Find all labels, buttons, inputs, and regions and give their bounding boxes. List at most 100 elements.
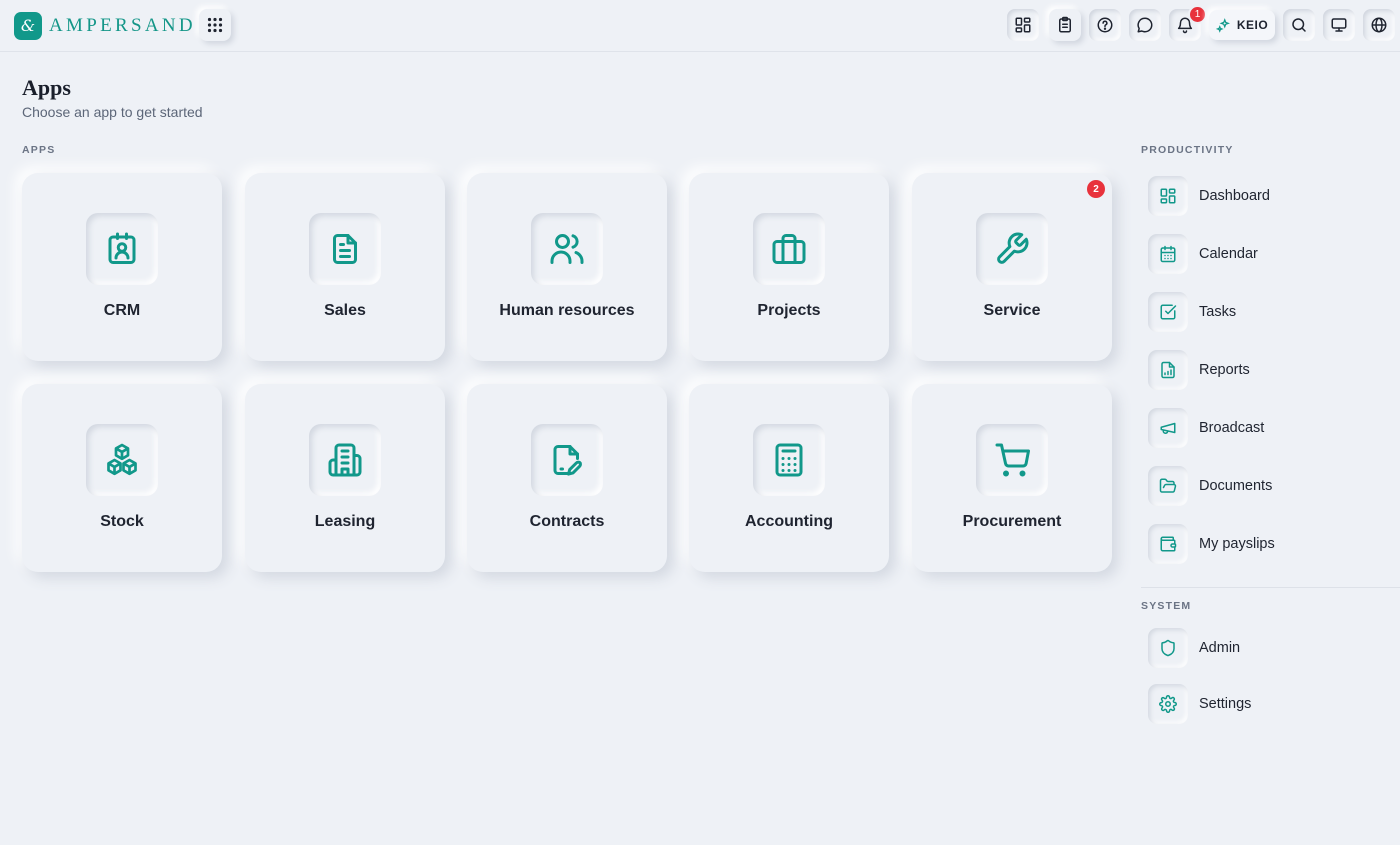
search-button[interactable] xyxy=(1283,9,1315,41)
briefcase-icon xyxy=(772,234,806,264)
app-card-sales[interactable]: Sales xyxy=(245,173,445,361)
user-chip[interactable]: KEIO xyxy=(1209,10,1275,40)
app-label: Sales xyxy=(324,302,366,319)
sidebar-icon-box xyxy=(1148,350,1188,390)
notification-count-badge: 1 xyxy=(1188,5,1207,24)
app-card-procurement[interactable]: Procurement xyxy=(912,384,1112,572)
sidebar-item-label: My payslips xyxy=(1199,536,1275,552)
dashboard-icon xyxy=(1015,17,1031,33)
page-subtitle: Choose an app to get started xyxy=(22,104,203,120)
sidebar-item-label: Dashboard xyxy=(1199,188,1270,204)
app-icon-box xyxy=(309,213,381,285)
sidebar-icon-box xyxy=(1148,466,1188,506)
display-button[interactable] xyxy=(1323,9,1355,41)
building-icon xyxy=(328,443,362,477)
file-signature-icon xyxy=(553,445,582,476)
gear-icon xyxy=(1159,695,1177,713)
app-label: Stock xyxy=(100,513,144,530)
brand-name: AMPERSAND xyxy=(49,14,196,36)
app-icon-box xyxy=(976,213,1048,285)
megaphone-icon xyxy=(1160,422,1176,434)
app-card-accounting[interactable]: Accounting xyxy=(689,384,889,572)
app-icon-box xyxy=(531,213,603,285)
help-circle-icon xyxy=(1097,17,1113,33)
app-card-service[interactable]: Service 2 xyxy=(912,173,1112,361)
report-icon xyxy=(1161,361,1175,379)
sidebar-item-dashboard[interactable]: Dashboard xyxy=(1148,176,1388,216)
user-chip-label: KEIO xyxy=(1236,18,1269,32)
wrench-icon xyxy=(997,232,1029,264)
dashboard-icon xyxy=(1160,188,1176,204)
users-icon xyxy=(550,234,584,264)
app-card-projects[interactable]: Projects xyxy=(689,173,889,361)
sidebar-item-label: Tasks xyxy=(1199,304,1237,320)
app-card-leasing[interactable]: Leasing xyxy=(245,384,445,572)
sidebar-icon-box xyxy=(1148,234,1188,274)
sidebar-item-settings[interactable]: Settings xyxy=(1148,684,1388,724)
sidebar-item-broadcast[interactable]: Broadcast xyxy=(1148,408,1388,448)
productivity-section-label: PRODUCTIVITY xyxy=(1141,144,1234,156)
shield-icon xyxy=(1161,639,1175,657)
app-label: Projects xyxy=(757,302,821,319)
app-card-crm[interactable]: CRM xyxy=(22,173,222,361)
clipboard-button[interactable] xyxy=(1049,9,1081,41)
search-icon xyxy=(1292,18,1306,32)
app-icon-box xyxy=(309,424,381,496)
sidebar-icon-box xyxy=(1148,292,1188,332)
sidebar-icon-box xyxy=(1148,176,1188,216)
app-card-contracts[interactable]: Contracts xyxy=(467,384,667,572)
sidebar-item-label: Admin xyxy=(1199,640,1241,656)
app-card-stock[interactable]: Stock xyxy=(22,384,222,572)
boxes-icon xyxy=(107,443,137,476)
sidebar-item-label: Broadcast xyxy=(1199,420,1265,436)
app-label: Accounting xyxy=(745,513,833,530)
check-square-icon xyxy=(1160,304,1177,320)
app-label: Human resources xyxy=(499,302,635,319)
sidebar-divider xyxy=(1141,587,1400,588)
language-button[interactable] xyxy=(1363,9,1395,41)
app-label: Contracts xyxy=(529,513,605,530)
sidebar-item-admin[interactable]: Admin xyxy=(1148,628,1388,668)
calendar-icon xyxy=(1160,245,1176,263)
app-icon-box xyxy=(86,424,158,496)
ampersand-logo-icon: & xyxy=(14,11,42,40)
monitor-icon xyxy=(1331,18,1347,32)
sparkle-icon xyxy=(1215,17,1230,33)
clipboard-icon xyxy=(1059,16,1071,33)
app-label: Service xyxy=(983,302,1041,319)
app-icon-box xyxy=(531,424,603,496)
chat-button[interactable] xyxy=(1129,9,1161,41)
sidebar-icon-box xyxy=(1148,408,1188,448)
help-button[interactable] xyxy=(1089,9,1121,41)
dashboard-button[interactable] xyxy=(1007,9,1039,41)
cart-icon xyxy=(995,443,1030,477)
chat-icon xyxy=(1137,17,1153,33)
folder-open-icon xyxy=(1159,478,1177,493)
wallet-icon xyxy=(1160,536,1177,552)
brand-logo[interactable]: & AMPERSAND xyxy=(14,11,196,40)
calculator-icon xyxy=(775,443,803,477)
app-label: Leasing xyxy=(314,513,376,530)
sidebar-icon-box xyxy=(1148,524,1188,564)
app-notification-badge: 2 xyxy=(1087,180,1105,198)
sidebar-item-calendar[interactable]: Calendar xyxy=(1148,234,1388,274)
app-launcher-button[interactable] xyxy=(199,9,231,41)
notifications-button[interactable]: 1 xyxy=(1169,5,1207,41)
system-section-label: SYSTEM xyxy=(1141,600,1192,612)
app-label: Procurement xyxy=(962,513,1062,530)
sidebar-item-documents[interactable]: Documents xyxy=(1148,466,1388,506)
sidebar-item-reports[interactable]: Reports xyxy=(1148,350,1388,390)
sidebar-item-my-payslips[interactable]: My payslips xyxy=(1148,524,1388,564)
sidebar-item-tasks[interactable]: Tasks xyxy=(1148,292,1388,332)
app-icon-box xyxy=(753,424,825,496)
sidebar-icon-box xyxy=(1148,628,1188,668)
document-icon xyxy=(333,234,357,264)
sidebar-icon-box xyxy=(1148,684,1188,724)
app-icon-box xyxy=(86,213,158,285)
app-icon-box xyxy=(753,213,825,285)
apps-grid-icon xyxy=(207,17,223,33)
app-label: CRM xyxy=(103,302,141,319)
page-title: Apps xyxy=(22,75,71,100)
app-card-human-resources[interactable]: Human resources xyxy=(467,173,667,361)
sidebar-item-label: Calendar xyxy=(1199,246,1258,262)
